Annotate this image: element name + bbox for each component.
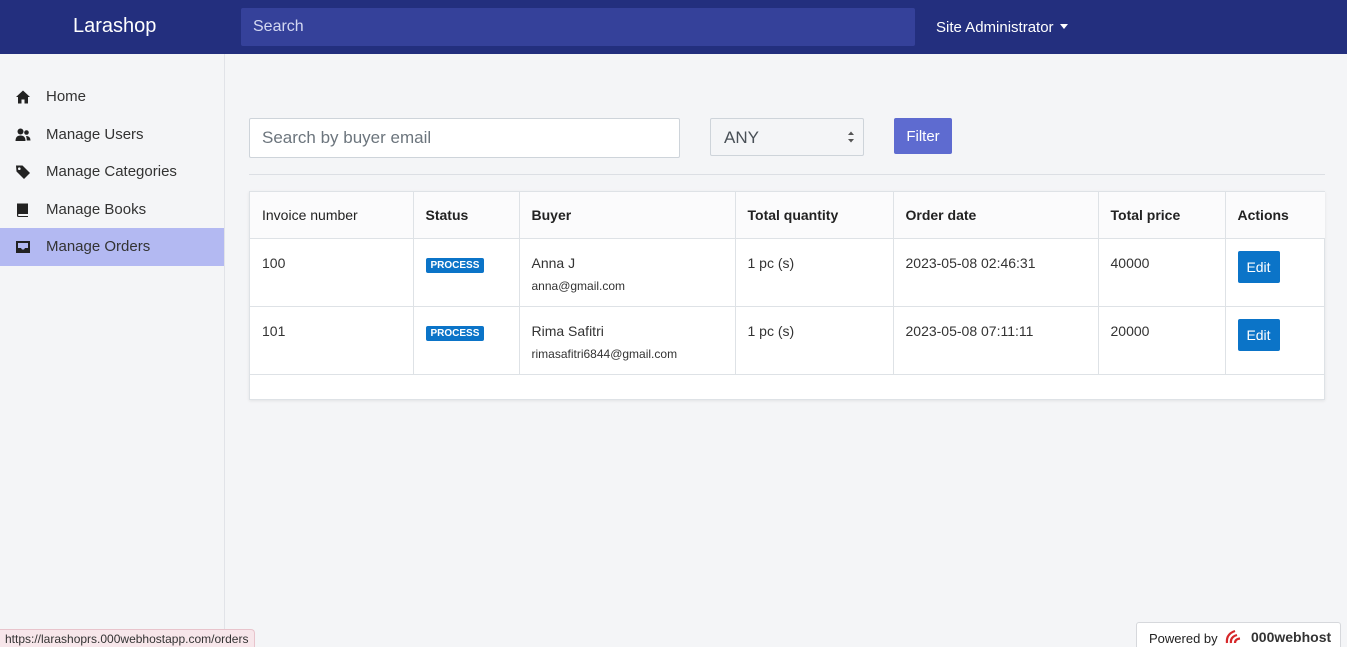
column-header-invoice: Invoice number <box>250 192 414 239</box>
orders-table-card: Invoice number Status Buyer Total quanti… <box>249 191 1325 400</box>
order-date: 2023-05-08 07:11:11 <box>893 306 1099 374</box>
buyer-name: Rima Safitri <box>531 322 604 339</box>
users-icon <box>15 128 31 141</box>
buyer-name: Anna J <box>531 254 576 271</box>
browser-status-url: https://larashoprs.000webhostapp.com/ord… <box>0 629 256 647</box>
brand-logo[interactable]: Larashop <box>73 15 156 38</box>
total-price: 20000 <box>1098 306 1226 374</box>
caret-down-icon <box>1059 24 1068 30</box>
main-content: ANY Filter Invoice number Status Buyer T… <box>225 54 1347 647</box>
column-header-actions: Actions <box>1225 192 1325 239</box>
table-row: 100 PROCESS Anna J anna@gmail.com 1 pc (… <box>250 238 1325 306</box>
edit-order-button[interactable]: Edit <box>1237 250 1280 283</box>
invoice-number: 100 <box>250 238 414 306</box>
total-quantity: 1 pc (s) <box>735 306 894 374</box>
divider <box>249 174 1325 175</box>
buyer-email: anna@gmail.com <box>531 278 626 293</box>
total-price: 40000 <box>1098 238 1226 306</box>
column-header-status: Status <box>413 192 520 239</box>
sidebar-item-label: Manage Orders <box>46 238 151 255</box>
sidebar: Home Manage Users Manage Categories Mana… <box>0 54 225 647</box>
sidebar-item-home[interactable]: Home <box>0 78 224 116</box>
column-header-buyer: Buyer <box>519 192 736 239</box>
sidebar-item-label: Manage Categories <box>46 163 177 180</box>
powered-by-text: Powered by <box>1149 631 1218 646</box>
column-header-quantity: Total quantity <box>735 192 894 239</box>
global-search-input[interactable] <box>241 8 915 46</box>
filter-button[interactable]: Filter <box>894 118 952 154</box>
inbox-icon <box>16 241 30 253</box>
edit-order-button[interactable]: Edit <box>1237 318 1280 351</box>
sidebar-item-label: Home <box>46 88 87 105</box>
column-header-total-price: Total price <box>1098 192 1226 239</box>
buyer-email-search-input[interactable] <box>249 118 680 158</box>
book-icon <box>17 203 28 217</box>
sidebar-item-orders[interactable]: Manage Orders <box>0 228 224 266</box>
buyer-email: rimasafitri6844@gmail.com <box>531 346 678 361</box>
order-date: 2023-05-08 02:46:31 <box>893 238 1099 306</box>
user-menu-dropdown[interactable]: Site Administrator <box>936 19 1068 36</box>
user-menu-label: Site Administrator <box>936 19 1054 36</box>
tag-icon <box>16 165 30 179</box>
status-select-value: ANY <box>724 128 759 147</box>
table-row: 101 PROCESS Rima Safitri rimasafitri6844… <box>250 306 1325 374</box>
status-badge: PROCESS <box>425 325 485 341</box>
sidebar-item-users[interactable]: Manage Users <box>0 116 224 154</box>
top-navbar: Larashop Site Administrator <box>0 0 1347 54</box>
sidebar-item-books[interactable]: Manage Books <box>0 191 224 229</box>
powered-by-brand: 000webhost <box>1251 629 1332 645</box>
status-select[interactable]: ANY <box>710 118 864 156</box>
invoice-number: 101 <box>250 306 414 374</box>
status-badge: PROCESS <box>425 257 485 273</box>
home-icon <box>16 90 30 104</box>
sidebar-item-label: Manage Books <box>46 201 147 218</box>
table-header-row: Invoice number Status Buyer Total quanti… <box>250 192 1325 239</box>
orders-table: Invoice number Status Buyer Total quanti… <box>250 192 1325 375</box>
column-header-order-date: Order date <box>893 192 1099 239</box>
sidebar-item-label: Manage Users <box>46 126 144 143</box>
000webhost-logo-icon <box>1225 629 1241 644</box>
total-quantity: 1 pc (s) <box>735 238 894 306</box>
sidebar-item-categories[interactable]: Manage Categories <box>0 153 224 191</box>
select-arrows-icon <box>848 131 854 143</box>
powered-by-badge[interactable]: Powered by 000webhost <box>1136 622 1341 647</box>
